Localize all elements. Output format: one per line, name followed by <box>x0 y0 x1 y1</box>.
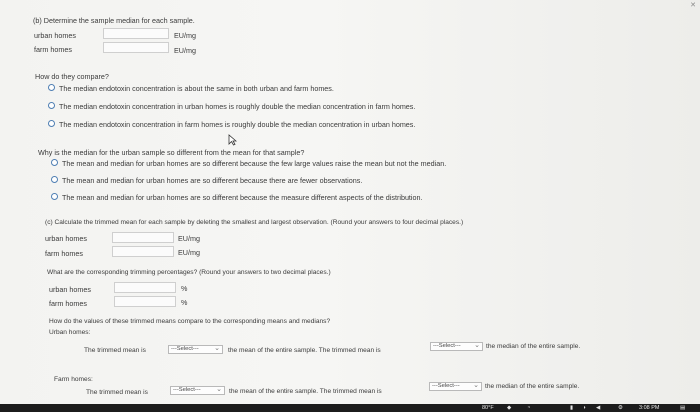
farm-homes-heading: Farm homes: <box>54 376 93 383</box>
trim-pct-question: What are the corresponding trimming perc… <box>47 269 331 276</box>
why-option-1-radio[interactable] <box>51 159 58 166</box>
urban-mean-select[interactable]: ---Select--- ⌄ <box>168 345 223 354</box>
median-urban-input[interactable] <box>103 28 169 39</box>
taskbar-app-icon[interactable]: ◆ <box>507 404 511 412</box>
urban-median-select-value: ---Select--- <box>433 343 461 349</box>
farm-sentence-start: The trimmed mean is <box>86 389 148 396</box>
farm-mean-select-value: ---Select--- <box>173 387 201 393</box>
part-b-heading: (b) Determine the sample median for each… <box>33 16 195 25</box>
volume-icon[interactable]: ◀ <box>596 404 600 412</box>
part-c-heading: (c) Calculate the trimmed mean for each … <box>45 219 464 226</box>
pct-urban-unit: % <box>181 284 188 293</box>
trimmed-farm-label: farm homes <box>45 249 83 258</box>
chevron-down-icon: ⌄ <box>214 345 220 352</box>
mouse-cursor-icon <box>228 134 237 146</box>
chevron-down-icon: ⌄ <box>216 386 222 393</box>
median-urban-label: urban homes <box>34 31 76 40</box>
why-option-3-radio[interactable] <box>51 193 58 200</box>
why-option-1-label: The mean and median for urban homes are … <box>62 159 447 168</box>
why-option-2-label: The mean and median for urban homes are … <box>62 176 363 185</box>
urban-homes-heading: Urban homes: <box>49 329 91 336</box>
trimmed-farm-unit: EU/mg <box>178 248 200 257</box>
battery-icon[interactable]: ▮ <box>570 404 573 412</box>
compare-option-1-label: The median endotoxin concentration is ab… <box>59 84 334 93</box>
trimmed-compare-question: How do the values of these trimmed means… <box>49 318 331 325</box>
pct-farm-unit: % <box>181 298 188 307</box>
urban-median-select[interactable]: ---Select--- ⌄ <box>430 342 483 351</box>
why-option-3-label: The mean and median for urban homes are … <box>62 193 423 202</box>
clock-time[interactable]: 3:08 PM <box>639 404 659 412</box>
pct-farm-label: farm homes <box>49 299 87 308</box>
trimmed-farm-input[interactable] <box>112 246 174 257</box>
urban-sentence-start: The trimmed mean is <box>84 347 146 354</box>
trimmed-urban-label: urban homes <box>45 234 87 243</box>
compare-option-2-label: The median endotoxin concentration in ur… <box>59 102 416 111</box>
taskbar: 80°F ◆ ◔ ▮ ◗ ◀ ⚙ 3:08 PM ▤ <box>0 404 700 412</box>
chevron-down-icon: ⌄ <box>474 342 480 349</box>
compare-option-3-radio[interactable] <box>48 120 55 127</box>
farm-mean-select[interactable]: ---Select--- ⌄ <box>170 386 225 395</box>
farm-median-select-value: ---Select--- <box>432 383 460 389</box>
why-option-2-radio[interactable] <box>51 176 58 183</box>
urban-sentence-end: the median of the entire sample. <box>486 343 581 350</box>
chevron-down-icon: ⌄ <box>473 382 479 389</box>
pct-farm-input[interactable] <box>114 296 176 307</box>
pct-urban-label: urban homes <box>49 285 91 294</box>
urban-mean-select-value: ---Select--- <box>171 346 199 352</box>
farm-sentence-middle: the mean of the entire sample. The trimm… <box>229 388 382 395</box>
trimmed-urban-input[interactable] <box>112 232 174 243</box>
farm-sentence-end: the median of the entire sample. <box>485 383 580 390</box>
compare-question: How do they compare? <box>35 72 109 81</box>
why-question: Why is the median for the urban sample s… <box>38 148 305 157</box>
homework-page: (b) Determine the sample median for each… <box>0 0 700 404</box>
compare-option-3-label: The median endotoxin concentration in fa… <box>59 120 416 129</box>
median-farm-unit: EU/mg <box>174 46 196 55</box>
median-urban-unit: EU/mg <box>174 31 196 40</box>
median-farm-label: farm homes <box>34 45 72 54</box>
urban-sentence-middle: the mean of the entire sample. The trimm… <box>228 347 381 354</box>
compare-option-1-radio[interactable] <box>48 84 55 91</box>
median-farm-input[interactable] <box>103 42 169 53</box>
window-corner-icon[interactable]: ✕ <box>690 1 696 9</box>
compare-option-2-radio[interactable] <box>48 102 55 109</box>
weather-temperature[interactable]: 80°F <box>482 404 494 412</box>
edge-icon[interactable]: ◔ <box>527 404 530 412</box>
wifi-icon[interactable]: ◗ <box>583 404 586 412</box>
trimmed-urban-unit: EU/mg <box>178 234 200 243</box>
farm-median-select[interactable]: ---Select--- ⌄ <box>429 382 482 391</box>
settings-icon[interactable]: ⚙ <box>618 404 623 412</box>
notification-icon[interactable]: ▤ <box>680 404 685 412</box>
pct-urban-input[interactable] <box>114 282 176 293</box>
